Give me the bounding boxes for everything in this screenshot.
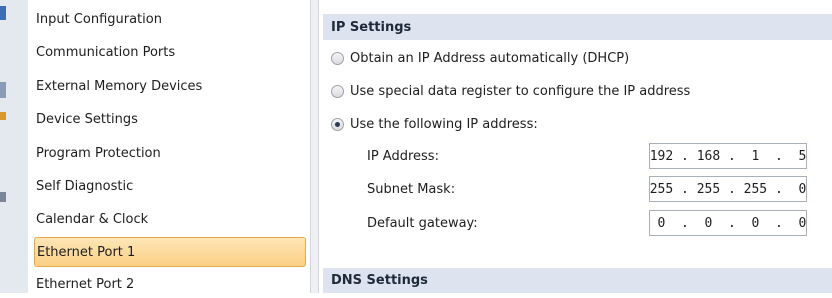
nav-item-input-configuration[interactable]: Input Configuration: [34, 5, 306, 33]
background-icon: [0, 192, 6, 202]
background-icon: [0, 82, 6, 98]
nav-item-external-memory-devices[interactable]: External Memory Devices: [34, 72, 306, 100]
background-icon: [0, 6, 6, 20]
nav-item-label: Calendar & Clock: [36, 211, 149, 227]
background-window-strip: [0, 0, 29, 293]
nav-item-ethernet-port-1[interactable]: Ethernet Port 1: [34, 237, 306, 267]
dhcp-radio[interactable]: [331, 51, 344, 65]
special-register-radio[interactable]: [331, 84, 344, 98]
nav-item-label: Input Configuration: [36, 11, 162, 27]
nav-item-self-diagnostic[interactable]: Self Diagnostic: [34, 172, 306, 200]
nav-item-program-protection[interactable]: Program Protection: [34, 139, 306, 167]
background-icon: [0, 112, 6, 120]
nav-item-ethernet-port-2[interactable]: Ethernet Port 2: [34, 270, 306, 298]
static-ip-option-label: Use the following IP address:: [350, 116, 538, 132]
special-register-option-label: Use special data register to configure t…: [350, 83, 691, 99]
subnet-mask-label: Subnet Mask:: [367, 181, 456, 197]
nav-item-label: External Memory Devices: [36, 78, 203, 94]
nav-item-label: Program Protection: [36, 145, 161, 161]
nav-item-label: Device Settings: [36, 111, 138, 127]
dhcp-option[interactable]: Obtain an IP Address automatically (DHCP…: [331, 46, 629, 70]
nav-item-label: Ethernet Port 2: [36, 276, 135, 292]
splitter[interactable]: [310, 0, 319, 293]
ip-address-label: IP Address:: [367, 148, 439, 164]
nav-item-device-settings[interactable]: Device Settings: [34, 105, 306, 133]
subnet-mask-input[interactable]: 255 . 255 . 255 . 0: [649, 176, 807, 202]
default-gateway-input[interactable]: 0 . 0 . 0 . 0: [649, 210, 807, 236]
static-ip-radio[interactable]: [331, 117, 344, 131]
dhcp-option-label: Obtain an IP Address automatically (DHCP…: [350, 50, 630, 66]
nav-item-label: Self Diagnostic: [36, 178, 134, 194]
settings-panel: IP Settings Obtain an IP Address automat…: [319, 0, 832, 293]
nav-item-label: Ethernet Port 1: [37, 244, 136, 260]
settings-nav-list: Input Configuration Communication Ports …: [28, 0, 310, 293]
special-register-option[interactable]: Use special data register to configure t…: [331, 79, 690, 103]
nav-item-calendar-clock[interactable]: Calendar & Clock: [34, 205, 306, 233]
default-gateway-label: Default gateway:: [367, 215, 478, 231]
ip-address-input[interactable]: 192 . 168 . 1 . 5: [649, 143, 807, 169]
ip-settings-header: IP Settings: [323, 14, 832, 40]
nav-item-label: Communication Ports: [36, 44, 176, 60]
dns-settings-header: DNS Settings: [323, 268, 832, 293]
static-ip-option[interactable]: Use the following IP address:: [331, 112, 538, 136]
nav-item-communication-ports[interactable]: Communication Ports: [34, 38, 306, 66]
